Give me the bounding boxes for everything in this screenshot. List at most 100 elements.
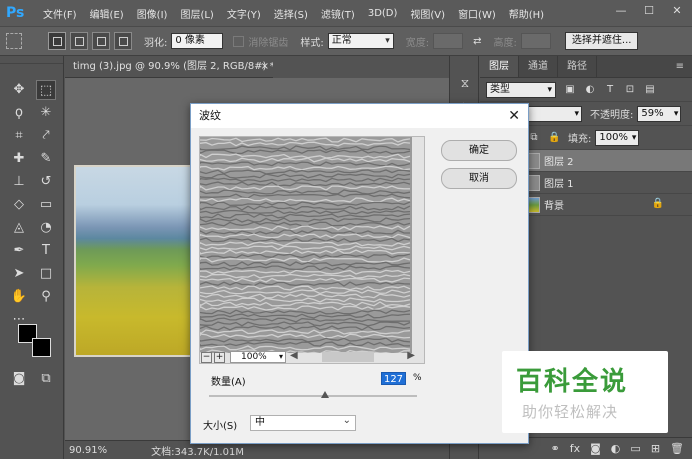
document-image[interactable]	[74, 165, 192, 357]
blur-tool-icon[interactable]: ◬	[9, 218, 29, 238]
menu-3d[interactable]: 3D(D)	[368, 8, 398, 19]
tab-paths[interactable]: 路径	[558, 56, 597, 77]
toolbox-grip[interactable]	[0, 56, 63, 64]
subtract-selection-button[interactable]	[92, 32, 110, 50]
filter-preview[interactable]	[199, 136, 425, 364]
menu-window[interactable]: 窗口(W)	[458, 6, 496, 21]
layer-name: 图层 2	[544, 157, 574, 168]
magic-wand-tool-icon[interactable]: ✳	[36, 103, 56, 123]
hand-tool-icon[interactable]: ✋	[9, 287, 29, 307]
menu-filter[interactable]: 滤镜(T)	[321, 6, 355, 21]
new-layer-icon[interactable]: ⊞	[651, 442, 660, 455]
fill-input[interactable]: 100%	[595, 129, 640, 146]
select-and-mask-button[interactable]: 选择并遮住...	[564, 32, 639, 50]
move-tool-icon[interactable]: ✥	[9, 80, 29, 100]
background-color-swatch[interactable]	[32, 338, 51, 357]
minimize-button[interactable]: —	[612, 3, 630, 19]
add-mask-icon[interactable]: ◙	[590, 442, 601, 455]
preview-zoom-select[interactable]: 100%	[230, 351, 286, 363]
delete-layer-icon[interactable]: 🗑	[670, 442, 684, 455]
path-selection-tool-icon[interactable]: ➤	[9, 264, 29, 284]
layer-style-icon[interactable]: fx	[570, 442, 580, 455]
dialog-close-icon[interactable]: ✕	[508, 104, 520, 128]
ripple-line	[200, 165, 411, 171]
quick-mask-icon[interactable]: ◙	[9, 369, 29, 389]
type-tool-icon[interactable]: T	[36, 241, 56, 261]
eraser-tool-icon[interactable]: ◇	[9, 195, 29, 215]
tab-channels[interactable]: 通道	[519, 56, 558, 77]
close-window-button[interactable]: ✕	[668, 3, 686, 19]
eyedropper-tool-icon[interactable]: ⤤	[36, 126, 56, 146]
watermark: 百科全说 助你轻松解决	[502, 351, 668, 433]
gradient-tool-icon[interactable]: ▭	[36, 195, 56, 215]
opacity-input[interactable]: 59%	[637, 105, 682, 122]
menu-layer[interactable]: 图层(L)	[180, 6, 213, 21]
feather-input[interactable]: 0 像素	[171, 33, 224, 49]
document-tab[interactable]: timg (3).jpg @ 90.9% (图层 2, RGB/8#) * ×	[65, 56, 273, 78]
link-layers-icon[interactable]: ⚭	[551, 442, 560, 455]
new-selection-button[interactable]	[48, 32, 66, 50]
maximize-button[interactable]: ☐	[640, 3, 658, 19]
amount-slider-track[interactable]	[209, 395, 417, 397]
filter-adjustment-icon[interactable]: ◐	[584, 84, 596, 96]
filter-pixel-icon[interactable]: ▣	[564, 84, 576, 96]
healing-brush-tool-icon[interactable]: ✚	[9, 149, 29, 169]
ripple-line	[200, 241, 411, 247]
menu-image[interactable]: 图像(I)	[137, 6, 168, 21]
lasso-tool-icon[interactable]: ϙ	[9, 103, 29, 123]
screen-mode-icon[interactable]: ⧉	[36, 369, 56, 389]
intersect-selection-button[interactable]	[114, 32, 132, 50]
adjustment-layer-icon[interactable]: ◐	[611, 442, 621, 455]
brush-tool-icon[interactable]: ✎	[36, 149, 56, 169]
filter-smart-object-icon[interactable]: ▤	[644, 84, 656, 96]
add-selection-icon	[74, 36, 84, 46]
lock-artboard-icon[interactable]: ⧉	[528, 132, 540, 144]
pen-tool-icon[interactable]: ✒	[9, 241, 29, 261]
menu-type[interactable]: 文字(Y)	[227, 6, 261, 21]
zoom-out-button[interactable]: −	[201, 351, 212, 363]
ripple-preview-image[interactable]	[200, 137, 412, 353]
scroll-right-icon[interactable]: ▶	[407, 350, 415, 361]
zoom-in-button[interactable]: +	[214, 351, 225, 363]
layer-filter-select[interactable]: 类型	[486, 81, 556, 98]
history-panel-icon[interactable]: ⧖	[456, 74, 474, 92]
new-group-icon[interactable]: ▭	[630, 442, 640, 455]
preview-scrollbar[interactable]: ◀ ▶	[290, 350, 425, 363]
clone-stamp-tool-icon[interactable]: ⊥	[9, 172, 29, 192]
height-input[interactable]	[520, 33, 551, 49]
width-input[interactable]	[433, 33, 464, 49]
filter-type-icon[interactable]: T	[604, 84, 616, 96]
ripple-line	[200, 205, 411, 211]
zoom-tool-icon[interactable]: ⚲	[36, 287, 56, 307]
history-brush-tool-icon[interactable]: ↺	[36, 172, 56, 192]
crop-tool-icon[interactable]: ⌗	[9, 126, 29, 146]
menu-view[interactable]: 视图(V)	[410, 6, 445, 21]
marquee-tool-icon[interactable]: ⬚	[36, 80, 56, 100]
scroll-left-icon[interactable]: ◀	[290, 350, 298, 361]
tab-layers[interactable]: 图层	[480, 56, 519, 77]
ripple-line	[200, 237, 411, 243]
style-select[interactable]: 正常	[327, 33, 394, 49]
panel-menu-icon[interactable]: ≡	[676, 56, 692, 77]
swap-icon[interactable]: ⇄	[473, 36, 481, 47]
filter-shape-icon[interactable]: ⊡	[624, 84, 636, 96]
menu-help[interactable]: 帮助(H)	[509, 6, 544, 21]
menu-file[interactable]: 文件(F)	[43, 6, 77, 21]
size-select[interactable]: 中	[250, 414, 356, 431]
menu-edit[interactable]: 编辑(E)	[90, 6, 124, 21]
antialias-checkbox[interactable]	[233, 35, 245, 47]
amount-input[interactable]: 127	[381, 372, 406, 385]
add-selection-button[interactable]	[70, 32, 88, 50]
scrollbar-thumb[interactable]	[322, 352, 374, 362]
ok-button[interactable]: 确定	[441, 140, 517, 161]
dodge-tool-icon[interactable]: ◔	[36, 218, 56, 238]
marquee-tool-preset-icon[interactable]	[6, 33, 22, 49]
preview-toolbar: − + 100% ◀ ▶	[199, 350, 425, 364]
lock-all-icon[interactable]: 🔒	[548, 132, 560, 144]
menu-select[interactable]: 选择(S)	[274, 6, 308, 21]
zoom-level[interactable]: 90.91%	[69, 445, 107, 456]
amount-slider-thumb[interactable]	[321, 391, 329, 398]
rectangle-tool-icon[interactable]: □	[36, 264, 56, 284]
cancel-button[interactable]: 取消	[441, 168, 517, 189]
close-document-icon[interactable]: ×	[261, 56, 269, 77]
